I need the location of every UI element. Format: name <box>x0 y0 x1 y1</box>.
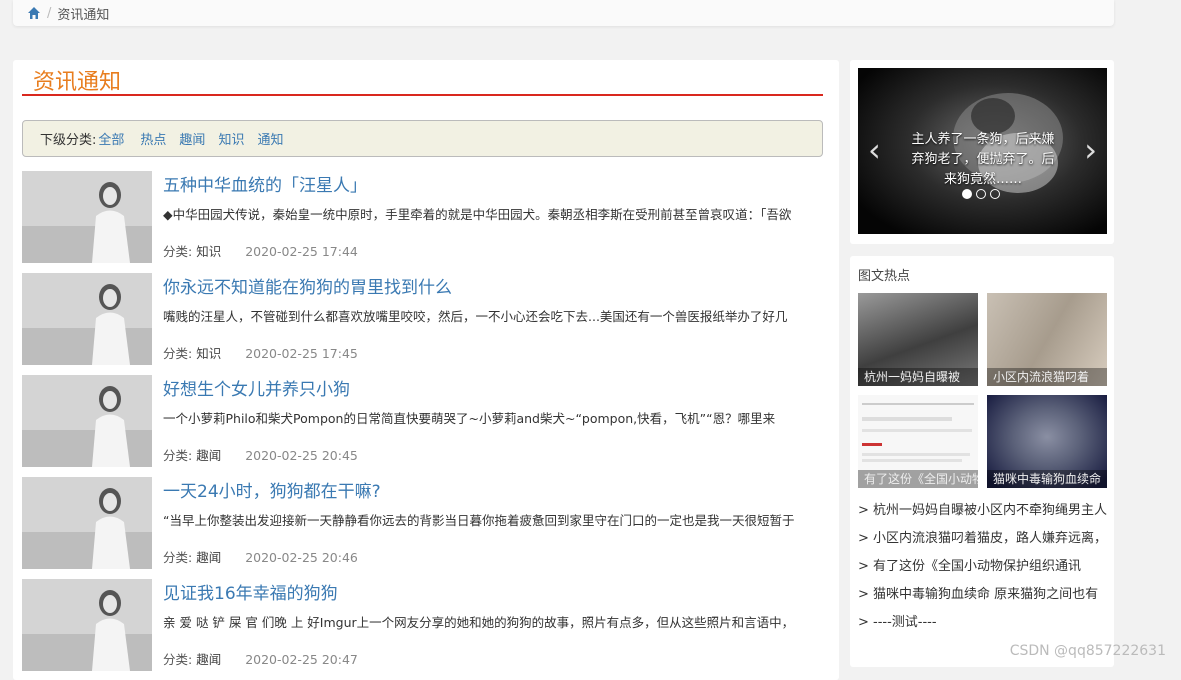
article-category: 趣闻 <box>196 652 221 667</box>
article-item: 好想生个女儿并养只小狗 一个小萝莉Philo和柴犬Pompon的日常简直快要萌哭… <box>22 375 823 469</box>
subcategory-hot[interactable]: 热点 <box>140 129 166 148</box>
watermark: CSDN @qq857222631 <box>1010 643 1166 659</box>
news-panel: 资讯通知 下级分类: 全部 热点 趣闻 知识 通知 五种中华血统的「汪星人」 ◆… <box>13 60 839 680</box>
meta-label: 分类: <box>163 550 192 565</box>
article-title[interactable]: 五种中华血统的「汪星人」 <box>163 171 367 196</box>
subcategory-all[interactable]: 全部 <box>98 129 124 148</box>
article-item: 一天24小时，狗狗都在干嘛? “当早上你整装出发迎接新一天静静看你远去的背影当日… <box>22 477 823 571</box>
carousel-dot[interactable] <box>990 189 1000 199</box>
article-category: 趣闻 <box>196 550 221 565</box>
subcategory-fun[interactable]: 趣闻 <box>179 129 205 148</box>
article-meta: 分类: 知识 2020-02-25 17:45 <box>163 343 358 362</box>
article-item: 见证我16年幸福的狗狗 亲 爱 哒 铲 屎 官 们晚 上 好Imgur上一个网友… <box>22 579 823 673</box>
article-date: 2020-02-25 20:47 <box>245 652 358 667</box>
article-meta: 分类: 知识 2020-02-25 17:44 <box>163 241 358 260</box>
article-date: 2020-02-25 20:46 <box>245 550 358 565</box>
article-excerpt: “当早上你整装出发迎接新一天静静看你远去的背影当日暮你拖着疲惫回到家里守在门口的… <box>163 510 823 529</box>
hot-list-item[interactable]: > ----测试---- <box>858 611 1110 639</box>
breadcrumb-separator: / <box>47 6 51 21</box>
article-title[interactable]: 一天24小时，狗狗都在干嘛? <box>163 477 381 502</box>
breadcrumb: / 资讯通知 <box>13 0 1114 26</box>
breadcrumb-current: 资讯通知 <box>57 4 109 23</box>
subcategory-label: 下级分类: <box>40 129 96 148</box>
article-excerpt: 一个小萝莉Philo和柴犬Pompon的日常简直快要萌哭了~小萝莉and柴犬~“… <box>163 408 823 427</box>
meta-label: 分类: <box>163 448 192 463</box>
meta-label: 分类: <box>163 652 192 667</box>
article-title[interactable]: 好想生个女儿并养只小狗 <box>163 375 350 400</box>
home-icon[interactable] <box>27 6 41 20</box>
article-date: 2020-02-25 20:45 <box>245 448 358 463</box>
image-carousel[interactable]: ‹ › 主人养了一条狗，后来嫌弃狗老了，便抛弃了。后来狗竟然…… <box>858 68 1107 234</box>
title-divider <box>22 94 823 96</box>
hot-tile[interactable]: 猫咪中毒输狗血续命 <box>987 395 1107 488</box>
subcategory-bar: 下级分类: 全部 热点 趣闻 知识 通知 <box>22 120 823 157</box>
carousel-dot[interactable] <box>962 189 972 199</box>
article-meta: 分类: 趣闻 2020-02-25 20:46 <box>163 547 358 566</box>
hot-list: > 杭州一妈妈自曝被小区内不牵狗绳男主人 > 小区内流浪猫叼着猫皮，路人嫌弃远离… <box>858 499 1110 639</box>
carousel-indicators <box>962 189 1000 199</box>
article-category: 趣闻 <box>196 448 221 463</box>
hot-list-item[interactable]: > 有了这份《全国小动物保护组织通讯 <box>858 555 1110 583</box>
article-excerpt: 亲 爱 哒 铲 屎 官 们晚 上 好Imgur上一个网友分享的她和她的狗狗的故事… <box>163 612 823 631</box>
article-meta: 分类: 趣闻 2020-02-25 20:45 <box>163 445 358 464</box>
hot-list-item[interactable]: > 猫咪中毒输狗血续命 原来猫狗之间也有 <box>858 583 1110 611</box>
article-title[interactable]: 见证我16年幸福的狗狗 <box>163 579 338 604</box>
hot-list-item[interactable]: > 杭州一妈妈自曝被小区内不牵狗绳男主人 <box>858 499 1110 527</box>
article-thumbnail[interactable] <box>22 579 152 671</box>
article-date: 2020-02-25 17:45 <box>245 346 358 361</box>
article-item: 五种中华血统的「汪星人」 ◆中华田园犬传说，秦始皇一统中原时，手里牵着的就是中华… <box>22 171 823 265</box>
article-thumbnail[interactable] <box>22 477 152 569</box>
hot-panel: 图文热点 杭州一妈妈自曝被 小区内流浪猫叼着 有了这份《全国小动物 猫咪中毒输狗… <box>850 256 1114 667</box>
article-meta: 分类: 趣闻 2020-02-25 20:47 <box>163 649 358 668</box>
article-excerpt: ◆中华田园犬传说，秦始皇一统中原时，手里牵着的就是中华田园犬。秦朝丞相李斯在受刑… <box>163 204 823 223</box>
article-thumbnail[interactable] <box>22 273 152 365</box>
page-title: 资讯通知 <box>33 64 121 96</box>
hot-tile[interactable]: 小区内流浪猫叼着 <box>987 293 1107 386</box>
carousel-prev-button[interactable]: ‹ <box>868 134 881 166</box>
article-category: 知识 <box>196 244 221 259</box>
carousel-dot[interactable] <box>976 189 986 199</box>
article-item: 你永远不知道能在狗狗的胃里找到什么 嘴贱的汪星人，不管碰到什么都喜欢放嘴里咬咬，… <box>22 273 823 367</box>
meta-label: 分类: <box>163 346 192 361</box>
article-date: 2020-02-25 17:44 <box>245 244 358 259</box>
carousel-caption[interactable]: 主人养了一条狗，后来嫌弃狗老了，便抛弃了。后来狗竟然…… <box>906 130 1060 190</box>
subcategory-knowledge[interactable]: 知识 <box>218 129 244 148</box>
carousel-next-button[interactable]: › <box>1084 134 1097 166</box>
article-category: 知识 <box>196 346 221 361</box>
article-title[interactable]: 你永远不知道能在狗狗的胃里找到什么 <box>163 273 452 298</box>
carousel-panel: ‹ › 主人养了一条狗，后来嫌弃狗老了，便抛弃了。后来狗竟然…… <box>850 60 1114 244</box>
hot-list-item[interactable]: > 小区内流浪猫叼着猫皮，路人嫌弃远离， <box>858 527 1110 555</box>
hot-tile[interactable]: 杭州一妈妈自曝被 <box>858 293 978 386</box>
article-thumbnail[interactable] <box>22 375 152 467</box>
subcategory-notice[interactable]: 通知 <box>257 129 283 148</box>
hot-tile-caption: 杭州一妈妈自曝被 <box>858 368 978 386</box>
article-excerpt: 嘴贱的汪星人，不管碰到什么都喜欢放嘴里咬咬，然后，一不小心还会吃下去...美国还… <box>163 306 823 325</box>
meta-label: 分类: <box>163 244 192 259</box>
hot-tile-caption: 小区内流浪猫叼着 <box>987 368 1107 386</box>
hot-tile-caption: 猫咪中毒输狗血续命 <box>987 470 1107 488</box>
hot-tile[interactable]: 有了这份《全国小动物 <box>858 395 978 488</box>
hot-title: 图文热点 <box>858 265 910 284</box>
hot-tile-caption: 有了这份《全国小动物 <box>858 470 978 488</box>
article-thumbnail[interactable] <box>22 171 152 263</box>
